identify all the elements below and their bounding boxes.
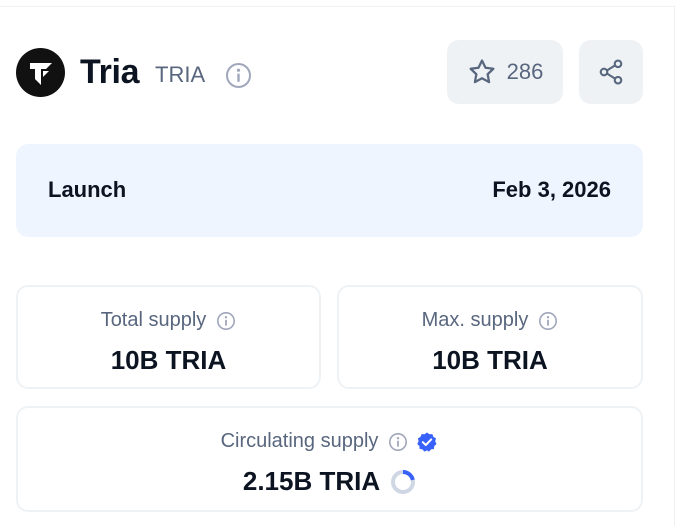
verified-badge-icon	[416, 431, 438, 453]
tria-logo-icon	[16, 48, 65, 97]
share-button[interactable]	[579, 40, 643, 104]
launch-date: Feb 3, 2026	[492, 177, 611, 202]
max-supply-value: 10B TRIA	[432, 345, 548, 375]
share-icon	[597, 58, 625, 86]
top-divider	[0, 6, 674, 7]
circulating-supply-value: 2.15B TRIA	[242, 466, 381, 496]
total-supply-value: 10B TRIA	[110, 345, 227, 375]
info-icon[interactable]	[216, 311, 236, 331]
progress-ring-icon	[390, 469, 416, 495]
info-icon[interactable]	[388, 432, 408, 452]
watchlist-button[interactable]: 286	[447, 40, 563, 104]
info-icon[interactable]	[225, 62, 252, 89]
info-icon[interactable]	[538, 311, 558, 331]
coin-name: Tria	[80, 53, 140, 91]
watchlist-count: 286	[506, 59, 544, 84]
right-divider	[674, 6, 675, 526]
max-supply-label: Max. supply	[421, 309, 529, 331]
total-supply-card: Total supply 10B TRIA	[16, 285, 321, 389]
total-supply-label: Total supply	[100, 309, 207, 331]
coin-overview-panel: Tria TRIA 286 Launch Feb 3, 2026 Total s…	[0, 0, 678, 526]
max-supply-card: Max. supply 10B TRIA	[337, 285, 643, 389]
star-icon	[467, 57, 497, 87]
launch-info-box: Launch Feb 3, 2026	[16, 144, 643, 237]
circulating-supply-label: Circulating supply	[220, 430, 379, 452]
coin-symbol: TRIA	[155, 62, 206, 87]
circulating-supply-card: Circulating supply 2.15B TRIA	[16, 406, 643, 512]
launch-label: Launch	[48, 177, 127, 202]
